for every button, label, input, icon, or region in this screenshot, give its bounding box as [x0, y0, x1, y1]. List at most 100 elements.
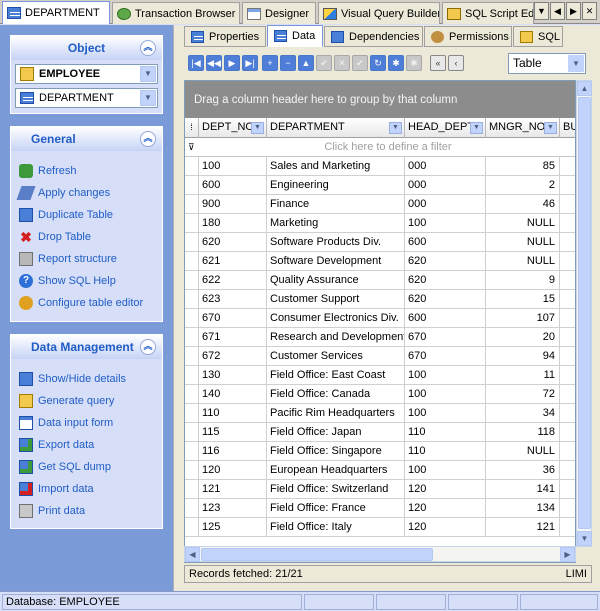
cell-budget[interactable] [560, 252, 575, 271]
refresh-link[interactable]: Refresh [11, 160, 162, 182]
cell-department[interactable]: Field Office: Canada [267, 385, 405, 404]
table-row[interactable]: 622 Quality Assurance 620 9 [185, 271, 575, 290]
cell-department[interactable]: Marketing [267, 214, 405, 233]
refresh-data-icon[interactable]: ↻ [370, 55, 386, 71]
first-record-icon[interactable]: |◀ [188, 55, 204, 71]
table-row[interactable]: 670 Consumer Electronics Div. 600 107 [185, 309, 575, 328]
cell-budget[interactable] [560, 480, 575, 499]
duplicate-table-link[interactable]: Duplicate Table [11, 204, 162, 226]
show-hide-details-link[interactable]: Show/Hide details [11, 368, 162, 390]
cell-dept-no[interactable]: 125 [199, 518, 267, 537]
cell-budget[interactable] [560, 461, 575, 480]
cell-department[interactable]: Customer Services [267, 347, 405, 366]
cell-mngr-no[interactable]: 46 [486, 195, 560, 214]
close-tab-icon[interactable]: ✕ [582, 2, 597, 20]
cell-department[interactable]: Field Office: Singapore [267, 442, 405, 461]
cell-mngr-no[interactable]: NULL [486, 252, 560, 271]
cell-head-dept[interactable]: 620 [405, 290, 486, 309]
commit-icon[interactable]: ✔ [352, 55, 368, 71]
scroll-left-icon[interactable]: ‹ [448, 55, 464, 71]
cell-budget[interactable] [560, 309, 575, 328]
import-data-link[interactable]: Import data [11, 478, 162, 500]
doc-tab-sql-script-editor[interactable]: SQL Script Ed [442, 2, 534, 24]
collapse-icon[interactable]: ︽ [140, 339, 156, 355]
cell-department[interactable]: Quality Assurance [267, 271, 405, 290]
cell-dept-no[interactable]: 100 [199, 157, 267, 176]
cell-dept-no[interactable]: 121 [199, 480, 267, 499]
cell-department[interactable]: Pacific Rim Headquarters [267, 404, 405, 423]
column-header-head-dept[interactable]: HEAD_DEPT ▼ [405, 118, 486, 138]
cell-head-dept[interactable]: 000 [405, 157, 486, 176]
horizontal-scrollbar[interactable]: ◀ ▶ [184, 546, 576, 562]
cell-dept-no[interactable]: 621 [199, 252, 267, 271]
cell-budget[interactable] [560, 366, 575, 385]
row-indicator[interactable] [185, 385, 199, 404]
table-row[interactable]: 600 Engineering 000 2 [185, 176, 575, 195]
table-row[interactable]: 671 Research and Development 670 20 [185, 328, 575, 347]
scroll-right-icon[interactable]: ▶ [560, 547, 575, 562]
collapse-icon[interactable]: ︽ [140, 131, 156, 147]
cell-department[interactable]: Field Office: East Coast [267, 366, 405, 385]
column-header-department[interactable]: DEPARTMENT ▼ [267, 118, 405, 138]
cell-department[interactable]: Software Products Div. [267, 233, 405, 252]
table-row[interactable]: 125 Field Office: Italy 120 121 [185, 518, 575, 537]
cell-budget[interactable] [560, 290, 575, 309]
general-panel-header[interactable]: General ︽ [11, 127, 162, 151]
cell-head-dept[interactable]: 120 [405, 518, 486, 537]
cell-department[interactable]: European Headquarters [267, 461, 405, 480]
cell-mngr-no[interactable]: NULL [486, 214, 560, 233]
cell-budget[interactable] [560, 499, 575, 518]
chevron-down-icon[interactable]: ▼ [140, 90, 156, 106]
cell-dept-no[interactable]: 180 [199, 214, 267, 233]
row-indicator[interactable] [185, 499, 199, 518]
row-indicator[interactable] [185, 328, 199, 347]
table-row[interactable]: 621 Software Development 620 NULL [185, 252, 575, 271]
row-indicator[interactable] [185, 518, 199, 537]
doc-tab-designer[interactable]: Designer [242, 2, 316, 24]
insert-record-icon[interactable]: + [262, 55, 278, 71]
table-row[interactable]: 115 Field Office: Japan 110 118 [185, 423, 575, 442]
cell-dept-no[interactable]: 671 [199, 328, 267, 347]
cell-department[interactable]: Customer Support [267, 290, 405, 309]
scroll-left-icon[interactable]: ◀ [185, 547, 200, 562]
row-indicator[interactable] [185, 290, 199, 309]
view-mode-select[interactable]: Table ▼ [508, 53, 586, 74]
chevron-down-icon[interactable]: ▼ [251, 122, 264, 134]
chevron-down-icon[interactable]: ▼ [389, 122, 402, 134]
cell-dept-no[interactable]: 116 [199, 442, 267, 461]
cell-mngr-no[interactable]: NULL [486, 442, 560, 461]
apply-changes-link[interactable]: Apply changes [11, 182, 162, 204]
cell-mngr-no[interactable]: 72 [486, 385, 560, 404]
cell-head-dept[interactable]: 000 [405, 176, 486, 195]
database-combo[interactable]: EMPLOYEE ▼ [15, 64, 158, 84]
filter-row[interactable]: ⊽ Click here to define a filter [185, 138, 575, 157]
cell-head-dept[interactable]: 620 [405, 252, 486, 271]
doc-tab-visual-query-builder[interactable]: Visual Query Builder [318, 2, 440, 24]
cell-department[interactable]: Research and Development [267, 328, 405, 347]
row-indicator[interactable] [185, 157, 199, 176]
cell-dept-no[interactable]: 620 [199, 233, 267, 252]
table-row[interactable]: 900 Finance 000 46 [185, 195, 575, 214]
row-indicator[interactable] [185, 176, 199, 195]
tab-properties[interactable]: Properties [184, 26, 266, 47]
row-indicator[interactable] [185, 347, 199, 366]
cell-budget[interactable] [560, 347, 575, 366]
table-row[interactable]: 180 Marketing 100 NULL [185, 214, 575, 233]
cell-department[interactable]: Consumer Electronics Div. [267, 309, 405, 328]
cell-dept-no[interactable]: 120 [199, 461, 267, 480]
vertical-scroll-thumb[interactable] [578, 97, 591, 529]
cell-budget[interactable] [560, 518, 575, 537]
table-row[interactable]: 110 Pacific Rim Headquarters 100 34 [185, 404, 575, 423]
report-structure-link[interactable]: Report structure [11, 248, 162, 270]
cell-mngr-no[interactable]: 2 [486, 176, 560, 195]
cell-head-dept[interactable]: 110 [405, 442, 486, 461]
cell-mngr-no[interactable]: NULL [486, 233, 560, 252]
row-indicator[interactable] [185, 480, 199, 499]
cell-head-dept[interactable]: 100 [405, 385, 486, 404]
table-row[interactable]: 121 Field Office: Switzerland 120 141 [185, 480, 575, 499]
get-sql-dump-link[interactable]: Get SQL dump [11, 456, 162, 478]
filter-data-icon[interactable]: ✱ [388, 55, 404, 71]
print-data-link[interactable]: Print data [11, 500, 162, 522]
column-header-mngr-no[interactable]: MNGR_NO ▼ [486, 118, 560, 138]
table-row[interactable]: 100 Sales and Marketing 000 85 [185, 157, 575, 176]
